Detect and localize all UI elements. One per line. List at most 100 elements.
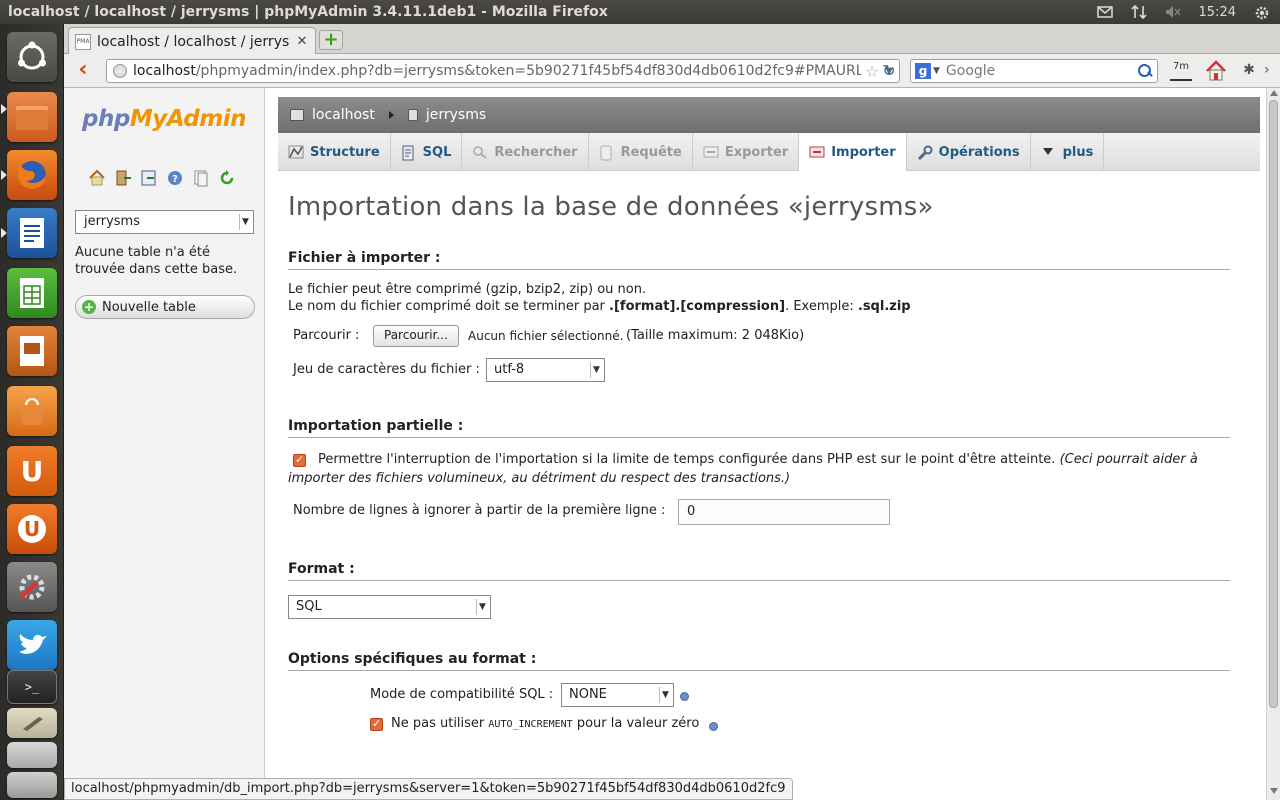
svg-text:?: ? [172, 174, 178, 185]
tab-import[interactable]: Importer [799, 133, 907, 171]
export-icon [703, 145, 719, 159]
breadcrumb-separator-icon [388, 111, 394, 119]
no-file-selected: Aucun fichier sélectionné. [468, 329, 624, 343]
tab-bar: PMA localhost / localhost / jerrysm... ✕… [64, 24, 1280, 55]
firefox-icon[interactable] [7, 150, 57, 200]
compat-help-icon[interactable] [680, 692, 689, 701]
search-icon[interactable] [1137, 63, 1153, 79]
mail-icon[interactable] [1096, 5, 1113, 19]
charset-label: Jeu de caractères du fichier : [293, 362, 480, 377]
new-table-button[interactable]: + Nouvelle table [75, 295, 255, 319]
ubuntu-one-music-icon[interactable]: U [7, 504, 57, 554]
breadcrumb-server[interactable]: localhost [312, 107, 375, 123]
svg-text:U: U [24, 517, 40, 541]
downloads-badge[interactable]: 7m [1170, 61, 1192, 81]
tab-sql[interactable]: SQL [391, 133, 463, 171]
breadcrumb-database[interactable]: jerrysms [426, 107, 486, 123]
compression-naming-info: Le nom du fichier comprimé doit se termi… [288, 299, 911, 314]
documentation-icon[interactable] [192, 169, 210, 187]
partial-section-heading: Importation partielle : [288, 418, 1230, 438]
impress-icon[interactable] [7, 326, 57, 376]
query-window-icon[interactable] [140, 169, 158, 187]
format-select-value: SQL [296, 599, 322, 614]
chevron-down-icon: ▼ [476, 599, 488, 615]
search-engine-dropdown-icon[interactable]: ▼ [933, 66, 940, 76]
tab-label: localhost / localhost / jerrysm... [97, 33, 289, 50]
firefox-window: PMA localhost / localhost / jerrysm... ✕… [64, 24, 1280, 800]
system-settings-icon[interactable] [7, 562, 57, 612]
auto-increment-help-icon[interactable] [709, 722, 718, 731]
database-icon [407, 109, 418, 121]
tab-bar-main: Structure SQL Rechercher Requête Exporte… [278, 133, 1260, 171]
format-select[interactable]: SQL ▼ [288, 595, 491, 619]
home-icon[interactable] [88, 169, 106, 187]
gear-icon[interactable] [1254, 5, 1270, 20]
pma-favicon-icon: PMA [75, 33, 91, 50]
help-icon[interactable]: ? [166, 169, 184, 187]
allow-interrupt-label: Permettre l'interruption de l'importatio… [318, 452, 1198, 467]
chevron-down-icon: ▼ [659, 687, 671, 703]
page-title: Importation dans la base de données «jer… [288, 192, 934, 222]
tab-more[interactable]: plus [1031, 133, 1105, 171]
tab-structure[interactable]: Structure [278, 133, 391, 171]
chevron-down-icon: ▼ [239, 214, 251, 230]
browser-tab[interactable]: PMA localhost / localhost / jerrysm... ✕ [68, 27, 316, 55]
scroll-down-icon[interactable] [1270, 788, 1278, 794]
tab-query[interactable]: Requête [589, 133, 693, 171]
workspace-switcher-icon[interactable] [7, 742, 57, 768]
ubuntu-dash-icon[interactable] [7, 32, 57, 82]
page-viewport: phpMyAdmin ? jerrysms ▼ Aucune table n'a… [64, 88, 1280, 800]
tab-search[interactable]: Rechercher [462, 133, 589, 171]
trash-icon[interactable] [7, 772, 57, 798]
no-auto-increment-checkbox[interactable] [370, 717, 383, 731]
search-input[interactable]: Google [946, 63, 1137, 79]
bookmark-star-icon[interactable]: ☆ [865, 62, 879, 81]
phpmyadmin-logo[interactable]: phpMyAdmin [82, 106, 246, 132]
ubuntu-one-icon[interactable]: U [7, 446, 57, 496]
sql-icon [401, 145, 417, 161]
tab-label: plus [1062, 144, 1094, 160]
back-button[interactable]: ‹ [72, 59, 94, 82]
reload-icon[interactable]: ↻ [880, 62, 898, 80]
site-identity-icon[interactable] [113, 64, 127, 78]
allow-interrupt-checkbox[interactable] [293, 453, 306, 467]
text-editor-icon[interactable] [7, 708, 57, 738]
tab-label: SQL [422, 144, 452, 160]
skip-lines-input[interactable]: 0 [678, 499, 890, 525]
files-icon[interactable] [7, 92, 57, 142]
skip-lines-label: Nombre de lignes à ignorer à partir de l… [293, 503, 666, 518]
terminal-icon[interactable]: >_ [7, 670, 57, 704]
browse-button[interactable]: Parcourir... [373, 325, 459, 347]
page-scrollbar[interactable] [1266, 88, 1280, 800]
close-tab-icon[interactable]: ✕ [295, 34, 309, 49]
twitter-icon[interactable] [7, 620, 57, 670]
clock[interactable]: 15:24 [1199, 5, 1236, 20]
url-host: localhost [133, 63, 196, 79]
scroll-up-icon[interactable] [1270, 90, 1278, 96]
network-icon[interactable] [1130, 4, 1147, 20]
database-select[interactable]: jerrysms ▼ [75, 210, 254, 234]
new-tab-button[interactable]: + [319, 30, 343, 50]
writer-icon[interactable] [7, 208, 57, 258]
volume-icon[interactable] [1165, 5, 1181, 19]
chevron-down-icon: ▼ [590, 362, 602, 378]
server-icon [290, 109, 304, 121]
compat-mode-select[interactable]: NONE ▼ [561, 683, 674, 707]
toolbar-overflow-icon[interactable]: › [1264, 62, 1270, 78]
home-icon[interactable] [1204, 59, 1228, 83]
tab-operations[interactable]: Opérations [907, 133, 1031, 171]
google-engine-icon[interactable]: g [915, 63, 931, 79]
search-bar[interactable]: g ▼ Google [910, 59, 1158, 83]
calc-icon[interactable] [7, 268, 57, 318]
database-select-value: jerrysms [84, 214, 140, 229]
reload-navigation-icon[interactable] [218, 169, 236, 187]
tab-label: Opérations [938, 144, 1020, 160]
scrollbar-thumb[interactable] [1269, 100, 1278, 708]
url-bar[interactable]: localhost /phpmyadmin/index.php?db=jerry… [106, 59, 900, 83]
charset-select[interactable]: utf-8 ▼ [486, 358, 605, 382]
logout-icon[interactable] [114, 169, 132, 187]
compat-mode-label: Mode de compatibilité SQL : [370, 687, 554, 702]
addon-icon[interactable]: ✱ [1240, 62, 1258, 80]
tab-export[interactable]: Exporter [693, 133, 800, 171]
software-center-icon[interactable] [7, 386, 57, 436]
